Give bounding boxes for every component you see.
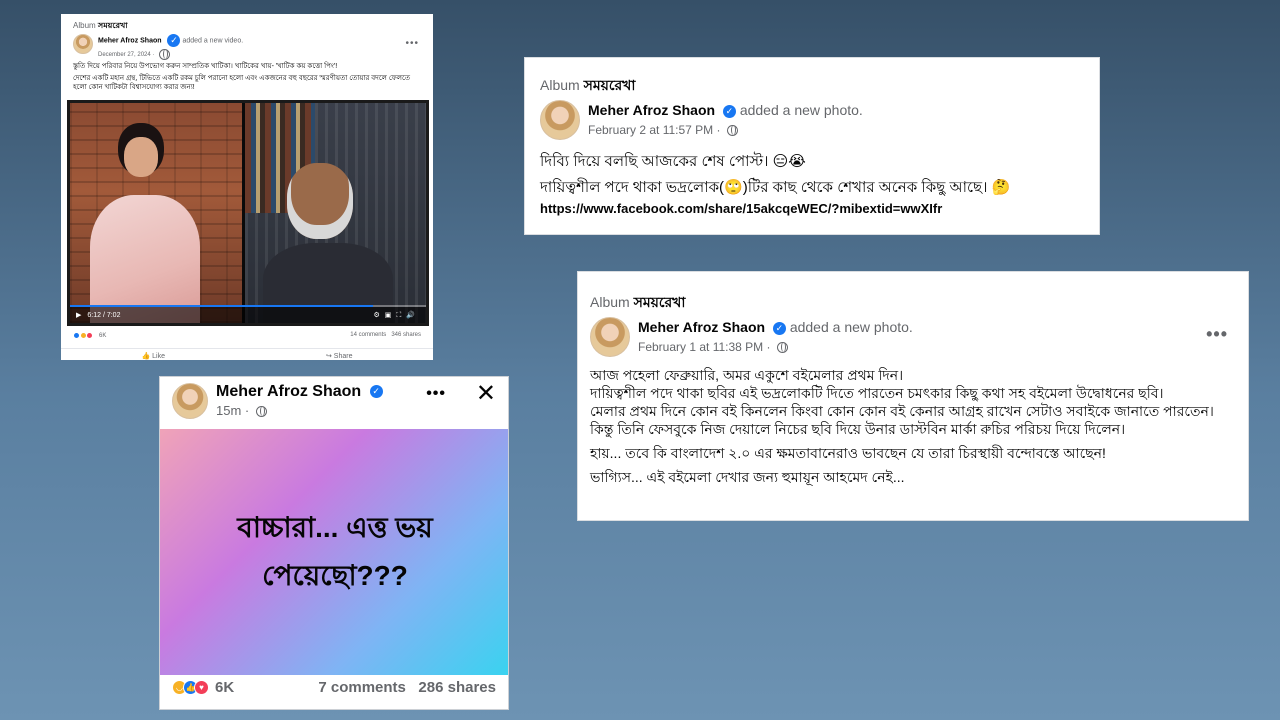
album-name[interactable]: সময়রেখা xyxy=(584,77,636,93)
like-label: Like xyxy=(152,353,165,360)
post-header: Meher Afroz Shaon ✓ added a new photo. F… xyxy=(540,100,863,140)
post-time[interactable]: 15m · xyxy=(216,403,249,418)
post-text-paragraph: দেশের একটি মহান গ্রন্থ, টিভিতে একটি রকম … xyxy=(73,75,411,91)
post-text-line: মেলার প্রথম দিনে কোন বই কিনলেন কিংবা কোন… xyxy=(590,403,1214,419)
status-text-line: বাচ্চারা... এত্ত ভয় xyxy=(237,512,433,543)
avatar[interactable] xyxy=(540,100,580,140)
more-options-icon[interactable]: ••• xyxy=(1206,324,1228,345)
video-post-card: Album সময়রেখা Meher Afroz Shaon ✓ added… xyxy=(61,14,433,360)
post-body: আজ পহেলা ফেব্রুয়ারি, অমর একুশে বইমেলার … xyxy=(590,366,1230,486)
album-name[interactable]: সময়রেখা xyxy=(98,21,128,30)
post-link[interactable]: https://www.facebook.com/share/15akcqeWE… xyxy=(540,201,942,216)
album-name[interactable]: সময়রেখা xyxy=(634,294,686,310)
post-text-line: দায়িত্বশীল পদে থাকা ছবির এই ভদ্রলোকটি দ… xyxy=(590,385,1164,401)
more-options-icon[interactable]: ••• xyxy=(426,385,446,403)
verified-badge-icon: ✓ xyxy=(772,321,786,335)
love-reaction-icon: ♥ xyxy=(194,680,209,695)
post-text-line: দিব্যি দিয়ে বলছি আজকের শেষ পোস্ট। 😑😭 xyxy=(540,153,806,170)
video-left-frame xyxy=(70,103,242,323)
verified-badge-icon: ✓ xyxy=(167,34,181,47)
post-action-text: added a new photo. xyxy=(789,319,913,335)
person-figure xyxy=(287,163,353,239)
globe-icon xyxy=(776,342,788,354)
post-header: Meher Afroz Shaon ✓ 15m · xyxy=(172,383,383,419)
video-right-frame xyxy=(245,103,426,323)
comment-count[interactable]: 14 comments xyxy=(350,332,386,338)
post-text-line: দায়িত্বশীল পদে থাকা ভদ্রলোক(🙄)টির কাছ থ… xyxy=(540,179,1011,196)
author-name[interactable]: Meher Afroz Shaon xyxy=(588,102,715,118)
video-time: 6:12 / 7:02 xyxy=(87,311,121,319)
photo-post-card-2: Album সময়রেখা Meher Afroz Shaon ✓ added… xyxy=(577,271,1249,521)
post-header: Meher Afroz Shaon ✓ added a new photo. F… xyxy=(590,317,913,357)
status-text-line: পেয়েছো??? xyxy=(262,560,408,591)
share-count[interactable]: 286 shares xyxy=(418,679,496,696)
author-name[interactable]: Meher Afroz Shaon xyxy=(216,383,361,400)
more-options-icon[interactable]: ••• xyxy=(405,38,419,49)
post-action-text: added a new photo. xyxy=(739,102,863,118)
album-line: Album সময়রেখা xyxy=(540,74,635,98)
video-control-icons[interactable]: ⚙▣⛶🔊 xyxy=(373,311,420,320)
author-name[interactable]: Meher Afroz Shaon xyxy=(98,37,162,44)
post-stats: 6K 14 comments 346 shares xyxy=(73,332,421,339)
post-actions: 👍 Like ↪ Share xyxy=(61,348,433,360)
love-reaction-icon xyxy=(86,332,94,339)
reaction-count[interactable]: 6K xyxy=(215,679,234,696)
close-icon[interactable]: ✕ xyxy=(476,379,496,408)
like-button[interactable]: 👍 Like xyxy=(141,352,165,360)
avatar[interactable] xyxy=(172,383,208,419)
avatar[interactable] xyxy=(73,34,93,54)
post-text-paragraph: স্তুতি দিয়ে পরিবার নিয়ে উপভোগ করুন সাম… xyxy=(73,63,338,70)
video-player[interactable]: ▶ 6:12 / 7:02 ⚙▣⛶🔊 xyxy=(67,100,429,326)
post-date[interactable]: December 27, 2024 · xyxy=(98,52,154,58)
status-background: বাচ্চারা... এত্ত ভয় পেয়েছো??? xyxy=(160,429,508,675)
comment-count[interactable]: 7 comments xyxy=(318,679,406,696)
globe-icon xyxy=(726,125,738,137)
album-line: Album সময়রেখা xyxy=(73,20,128,33)
album-line: Album সময়রেখা xyxy=(590,291,685,315)
post-text-line: ভাগ্যিস... এই বইমেলা দেখার জন্য হুমায়ূন… xyxy=(590,469,905,485)
globe-icon xyxy=(159,49,171,60)
post-text-line: হায়... তবে কি বাংলাদেশ ২.০ এর ক্ষমতাবান… xyxy=(590,445,1106,461)
person-figure xyxy=(124,137,158,177)
status-post-card: Meher Afroz Shaon ✓ 15m · ••• ✕ বাচ্চারা… xyxy=(159,376,509,710)
verified-badge-icon: ✓ xyxy=(722,104,736,118)
post-date[interactable]: February 1 at 11:38 PM · xyxy=(638,340,771,354)
globe-icon xyxy=(255,406,267,418)
post-text-line: আজ পহেলা ফেব্রুয়ারি, অমর একুশে বইমেলার … xyxy=(590,367,904,383)
post-header: Meher Afroz Shaon ✓ added a new video. D… xyxy=(73,34,243,60)
reaction-count[interactable]: 6K xyxy=(99,333,106,339)
album-prefix: Album xyxy=(73,21,96,30)
share-label: Share xyxy=(333,353,353,360)
post-date[interactable]: February 2 at 11:57 PM · xyxy=(588,123,721,137)
post-action-text: added a new video. xyxy=(182,37,244,45)
album-prefix: Album xyxy=(540,77,580,93)
like-reaction-icon xyxy=(73,332,80,339)
post-stats: ◡ 👍 ♥ 6K 7 comments 286 shares xyxy=(172,679,496,696)
album-prefix: Album xyxy=(590,294,630,310)
share-count[interactable]: 346 shares xyxy=(391,332,421,338)
video-controls: ▶ 6:12 / 7:02 ⚙▣⛶🔊 xyxy=(70,307,426,323)
play-icon[interactable]: ▶ xyxy=(76,311,81,319)
verified-badge-icon: ✓ xyxy=(369,385,383,399)
post-text-line: কিন্তু তিনি ফেসবুকে নিজ দেয়ালে নিচের ছব… xyxy=(590,421,1126,437)
author-name[interactable]: Meher Afroz Shaon xyxy=(638,319,765,335)
avatar[interactable] xyxy=(590,317,630,357)
photo-post-card-1: Album সময়রেখা Meher Afroz Shaon ✓ added… xyxy=(524,57,1100,235)
share-button[interactable]: ↪ Share xyxy=(326,352,353,360)
reaction-icons[interactable]: ◡ 👍 ♥ xyxy=(172,680,209,695)
